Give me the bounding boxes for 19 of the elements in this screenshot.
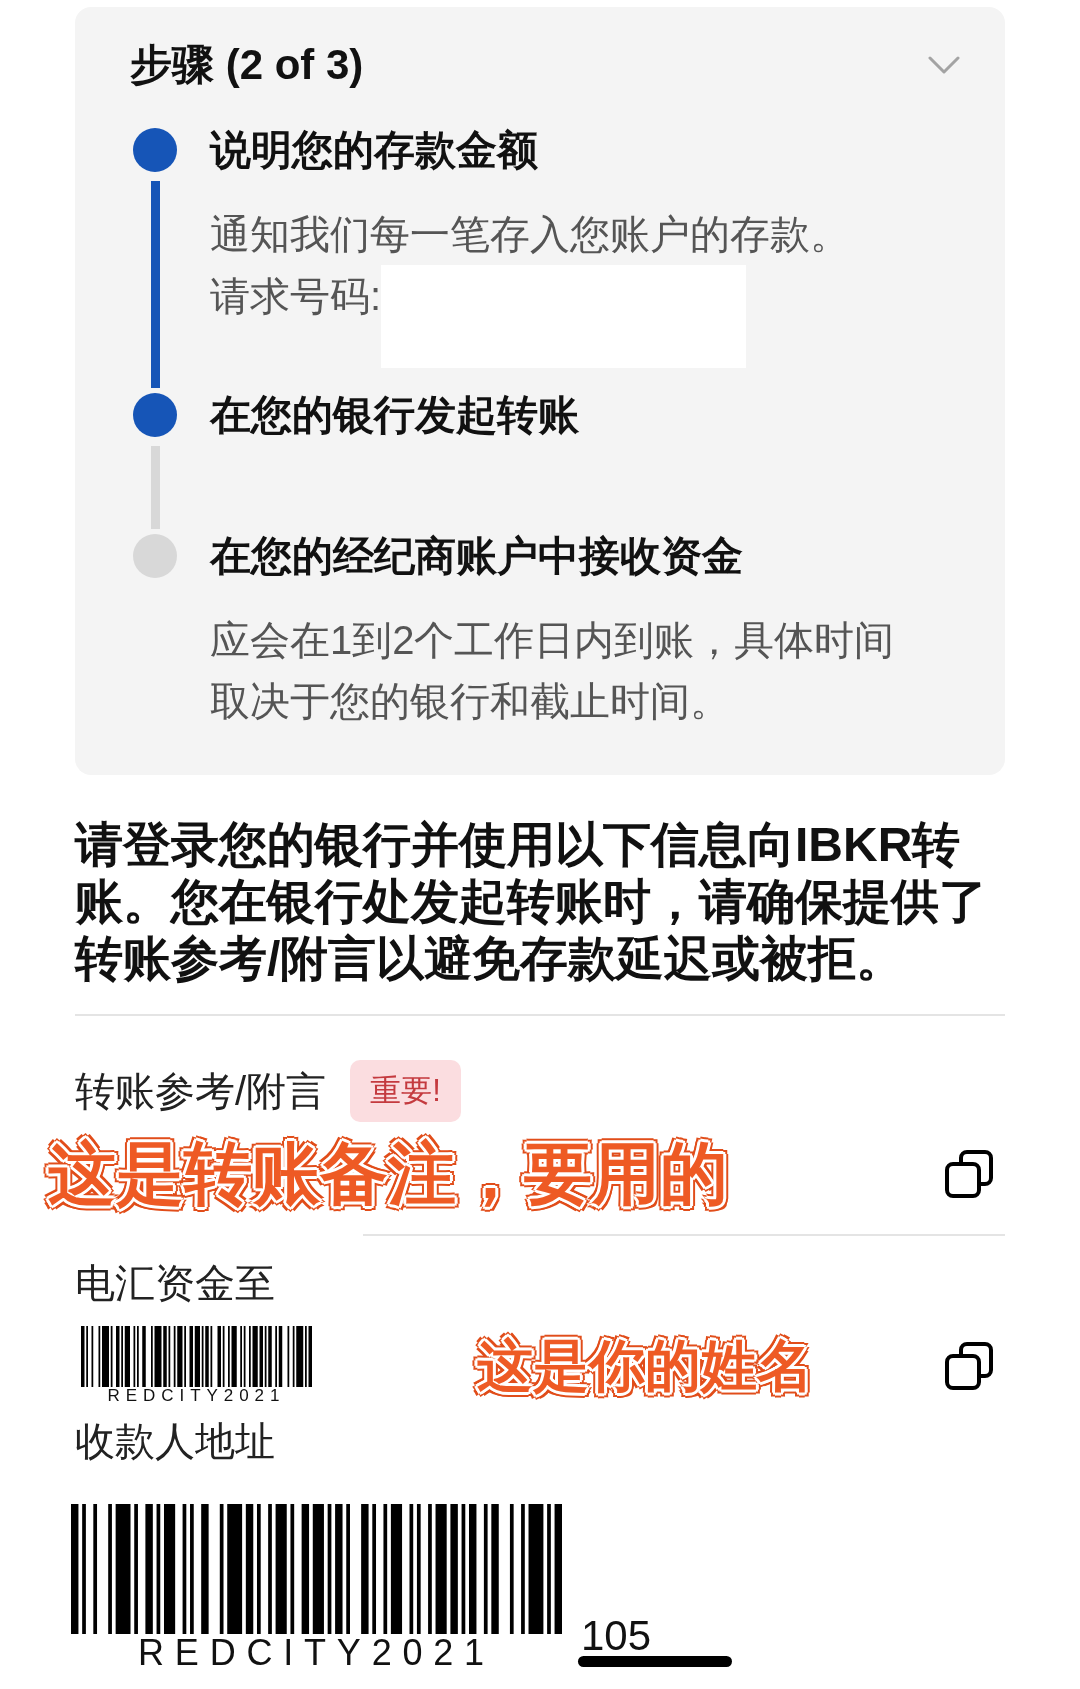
barcode-caption: REDCITY2021 bbox=[107, 1387, 286, 1405]
field-label: 收款人地址 bbox=[75, 1418, 276, 1465]
barcode-caption: REDCITY2021 bbox=[138, 1634, 495, 1672]
field-value: 105 bbox=[581, 1616, 653, 1656]
step-title: 说明您的存款金额 bbox=[210, 128, 539, 172]
copy-icon[interactable] bbox=[945, 1149, 993, 1198]
step-description: 通知我们每一笔存入您账户的存款。 bbox=[210, 211, 851, 258]
field-label: 转账参考/附言 bbox=[75, 1068, 327, 1115]
step-description: 应会在1到2个工作日内到账，具体时间取决于您的银行和截止时间。 bbox=[210, 617, 896, 725]
annotation-text: 这是转账备注，要用的 bbox=[47, 1136, 729, 1211]
copy-icon[interactable] bbox=[945, 1341, 993, 1390]
step-title: 在您的银行发起转账 bbox=[210, 393, 580, 437]
step-title: 在您的经纪商账户中接收资金 bbox=[210, 534, 744, 578]
request-number-label: 请求号码: bbox=[210, 273, 382, 320]
steps-title: 步骤 (2 of 3) bbox=[130, 41, 364, 89]
field-label: 电汇资金至 bbox=[75, 1260, 276, 1307]
important-badge: 重要! bbox=[350, 1060, 461, 1122]
instructions-text: 请登录您的银行并使用以下信息向IBKR转账。您在银行处发起转账时，请确保提供了转账参考/附言以避免存款延迟或被拒。 bbox=[75, 817, 988, 987]
annotation-text: 这是你的姓名 bbox=[476, 1333, 814, 1398]
